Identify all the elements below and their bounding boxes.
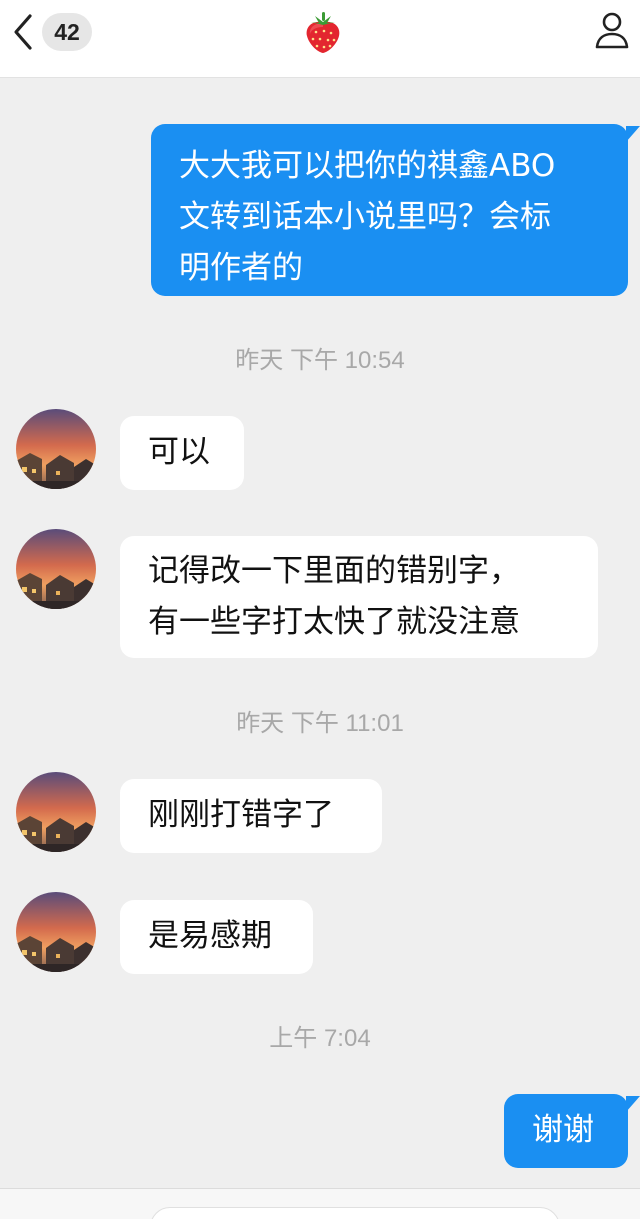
person-icon[interactable] (594, 10, 630, 50)
incoming-message-bubble[interactable]: 记得改一下里面的错别字， 有一些字打太快了就没注意 (120, 536, 598, 658)
avatar-sunset-image (16, 409, 96, 489)
chat-header: 42 (0, 0, 640, 78)
incoming-message-bubble[interactable]: 刚刚打错字了 (120, 779, 382, 853)
chevron-left-icon (14, 14, 32, 50)
message-input[interactable] (150, 1207, 560, 1219)
bubble-tail (626, 1096, 640, 1112)
avatar[interactable] (16, 409, 96, 489)
avatar-sunset-image (16, 529, 96, 609)
outgoing-message-bubble[interactable]: 大大我可以把你的祺鑫ABO 文转到话本小说里吗？会标 明作者的 (151, 124, 628, 296)
timestamp: 昨天 下午 10:54 (235, 347, 405, 374)
incoming-message-bubble[interactable]: 是易感期 (120, 900, 313, 974)
timestamp: 上午 7:04 (269, 1025, 371, 1052)
bubble-tail (626, 126, 640, 142)
strawberry-icon[interactable] (303, 10, 343, 54)
unread-count-badge: 42 (42, 13, 92, 51)
back-button[interactable]: 42 (10, 10, 100, 54)
avatar[interactable] (16, 529, 96, 609)
message-list[interactable]: 大大我可以把你的祺鑫ABO 文转到话本小说里吗？会标 明作者的 昨天 下午 10… (0, 78, 640, 1188)
avatar[interactable] (16, 892, 96, 972)
outgoing-message-bubble[interactable]: 谢谢 (504, 1094, 628, 1168)
avatar-sunset-image (16, 772, 96, 852)
input-bar (0, 1188, 640, 1219)
avatar[interactable] (16, 772, 96, 852)
incoming-message-bubble[interactable]: 可以 (120, 416, 244, 490)
timestamp: 昨天 下午 11:01 (236, 710, 404, 737)
avatar-sunset-image (16, 892, 96, 972)
